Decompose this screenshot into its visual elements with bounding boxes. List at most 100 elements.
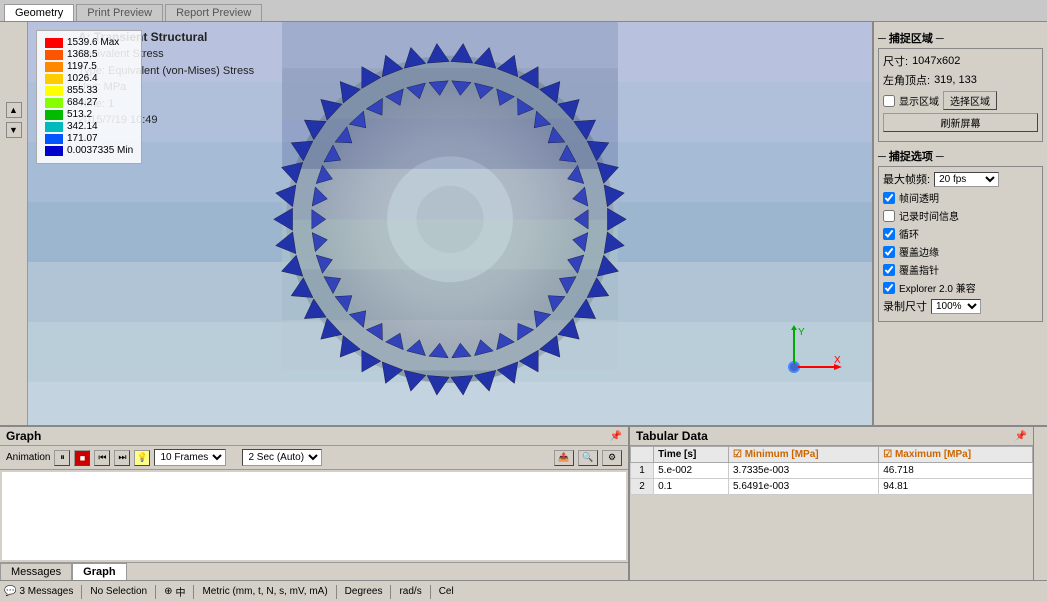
graph-title: Graph [6, 429, 41, 443]
selection-status: No Selection [90, 586, 147, 597]
cover-cursor-label: 覆盖指针 [899, 262, 939, 277]
legend-color-1 [45, 50, 63, 60]
tabular-table: Time [s] ☑ Minimum [MPa] ☑ Maximum [MPa]… [630, 446, 1033, 580]
tab-print-preview[interactable]: Print Preview [76, 4, 163, 21]
legend-color-3 [45, 74, 63, 84]
legend-color-max [45, 38, 63, 48]
frames-select[interactable]: 10 Frames 5 Frames 20 Frames [154, 449, 226, 466]
prev-frame-button[interactable]: ⏮ [94, 450, 110, 466]
legend-val-5: 513.2 [67, 109, 92, 120]
play-pause-button[interactable]: ⏸ [54, 450, 70, 466]
graph-panel: Graph 📌 Animation ⏸ ■ ⏮ ⏭ 💡 10 Frames 5 … [0, 427, 630, 580]
tab-report-preview[interactable]: Report Preview [165, 4, 262, 21]
stress-legend: 1539.6 Max 1368.5 1197.5 1026.4 855.33 [36, 30, 142, 164]
explorer-compat-label: Explorer 2.0 兼容 [899, 280, 976, 295]
row1-min: 3.7335e-003 [728, 463, 878, 479]
cover-cursor-checkbox[interactable] [883, 264, 895, 276]
export-button[interactable]: 📤 [554, 450, 574, 466]
degrees-label: Degrees [345, 586, 383, 597]
tabular-panel: Tabular Data 📌 Time [s] ☑ Minimum [MPa] … [630, 427, 1033, 580]
row1-time: 5.e-002 [654, 463, 729, 479]
select-region-button[interactable]: 选择区域 [943, 91, 997, 110]
graph-pin-icon[interactable]: 📌 [610, 431, 622, 442]
messages-count: 3 Messages [19, 586, 73, 597]
legend-val-7: 171.07 [67, 133, 98, 144]
row1-max: 46.718 [879, 463, 1033, 479]
legend-color-5 [45, 98, 63, 108]
loop-checkbox[interactable] [883, 228, 895, 240]
duration-select[interactable]: 2 Sec (Auto) 1 Sec 5 Sec [242, 449, 322, 466]
legend-color-7 [45, 122, 63, 132]
zoom-button[interactable]: 🔍 [578, 450, 598, 466]
size-label: 尺寸: [883, 53, 908, 69]
legend-color-8 [45, 134, 63, 144]
row2-num: 2 [631, 479, 654, 495]
corner-label: 左角顶点: [883, 72, 930, 88]
settings-button[interactable]: ⚙ [602, 450, 622, 466]
cover-edge-label: 覆盖边缘 [899, 244, 939, 259]
sidebar-arrow-up[interactable]: ▲ [6, 102, 22, 118]
tabular-pin-icon[interactable]: 📌 [1015, 431, 1027, 442]
show-region-label: 显示区域 [899, 93, 939, 108]
tab-geometry[interactable]: Geometry [4, 4, 74, 21]
sidebar-arrow-down[interactable]: ▼ [6, 122, 22, 138]
legend-val-1: 1197.5 [67, 61, 97, 72]
axis-indicator: X Y [772, 325, 842, 395]
table-row: 1 5.e-002 3.7335e-003 46.718 [631, 463, 1033, 479]
frame-transparent-checkbox[interactable] [883, 192, 895, 204]
legend-val-6: 342.14 [67, 121, 98, 132]
legend-color-min [45, 146, 63, 156]
capture-options-title: ─ 捕捉选项 ─ [878, 148, 1043, 164]
explorer-compat-checkbox[interactable] [883, 282, 895, 294]
col-max-header: ☑ Maximum [MPa] [879, 447, 1033, 463]
legend-max-label: 1539.6 Max [67, 37, 119, 48]
loop-label: 循环 [899, 226, 919, 241]
legend-min-label: 0.0037335 Min [67, 145, 133, 156]
record-time-label: 记录时间信息 [899, 208, 959, 223]
row2-time: 0.1 [654, 479, 729, 495]
row1-num: 1 [631, 463, 654, 479]
coord-icon: ⊕ [164, 586, 172, 597]
row2-max: 94.81 [879, 479, 1033, 495]
pct-select[interactable]: 100% 75% 50% [931, 299, 981, 314]
legend-val-3: 855.33 [67, 85, 98, 96]
cover-edge-checkbox[interactable] [883, 246, 895, 258]
messages-icon: 💬 [4, 586, 16, 597]
size-value: 1047x602 [912, 55, 960, 67]
show-region-checkbox[interactable] [883, 95, 895, 107]
capture-area-title: ─ 捕捉区域 ─ [878, 30, 1043, 46]
legend-val-4: 684.27 [67, 97, 98, 108]
frame-transparent-label: 帧间透明 [899, 190, 939, 205]
next-frame-button[interactable]: ⏭ [114, 450, 130, 466]
main-viewport: const svg = document.querySelector('.gea… [28, 22, 872, 425]
table-row: 2 0.1 5.6491e-003 94.81 [631, 479, 1033, 495]
tab-graph[interactable]: Graph [72, 563, 126, 580]
legend-color-6 [45, 110, 63, 120]
units-label: Metric (mm, t, N, s, mV, mA) [202, 586, 327, 597]
tabular-title: Tabular Data [636, 429, 708, 443]
refresh-button[interactable]: 刷新屏幕 [883, 113, 1038, 132]
col-min-header: ☑ Minimum [MPa] [728, 447, 878, 463]
rads-label: rad/s [399, 586, 421, 597]
stop-button[interactable]: ■ [74, 450, 90, 466]
animation-label: Animation [6, 452, 50, 463]
row2-min: 5.6491e-003 [728, 479, 878, 495]
legend-color-4 [45, 86, 63, 96]
legend-color-2 [45, 62, 63, 72]
y-axis-label: Y [798, 327, 805, 338]
lightbulb-icon: 💡 [134, 450, 150, 466]
legend-val-0: 1368.5 [67, 49, 98, 60]
status-bar: 💬 3 Messages No Selection ⊕ 中 Metric (mm… [0, 580, 1047, 602]
corner-value: 319, 133 [934, 74, 977, 86]
legend-val-2: 1026.4 [67, 73, 98, 84]
record-size-label: 录制尺寸 [883, 298, 927, 314]
col-num-header [631, 447, 654, 463]
scrollbar[interactable] [1033, 427, 1047, 580]
cel-label: Cel [439, 586, 454, 597]
col-time-header: Time [s] [654, 447, 729, 463]
tab-messages[interactable]: Messages [0, 563, 72, 580]
fps-select[interactable]: 20 fps 10 fps 30 fps [934, 172, 999, 187]
coord-label: 中 [175, 584, 185, 599]
capture-panel: ─ 捕捉区域 ─ 尺寸: 1047x602 左角顶点: 319, 133 显示区… [872, 22, 1047, 425]
record-time-checkbox[interactable] [883, 210, 895, 222]
